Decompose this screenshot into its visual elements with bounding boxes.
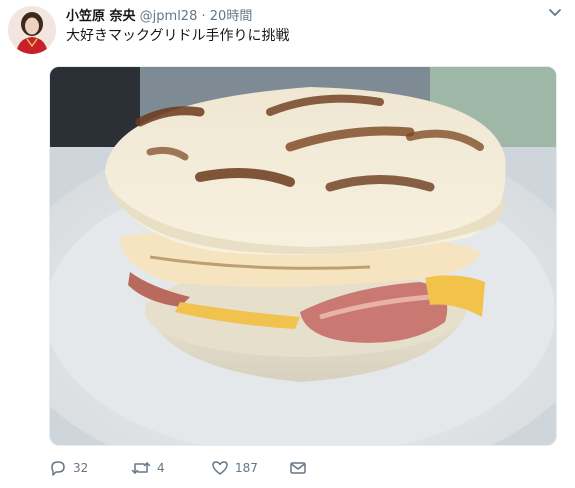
reply-count: 32 [73, 461, 89, 475]
avatar[interactable] [8, 6, 56, 54]
tweet-timestamp[interactable]: 20時間 [210, 9, 253, 24]
separator-dot: · [201, 9, 206, 24]
like-button[interactable]: 187 [211, 458, 258, 478]
user-handle[interactable]: @jpml28 [140, 9, 198, 24]
tweet-actions: 32 4 187 [49, 458, 329, 478]
tweet-photo[interactable] [49, 66, 557, 446]
envelope-icon [290, 462, 306, 474]
tweet-header: 小笠原 奈央 @jpml28 · 20時間 [66, 5, 545, 24]
heart-icon [212, 461, 228, 475]
retweet-count: 4 [157, 461, 165, 475]
retweet-button[interactable]: 4 [131, 458, 165, 478]
direct-message-button[interactable] [289, 458, 307, 478]
reply-button[interactable]: 32 [49, 458, 88, 478]
reply-icon [51, 461, 65, 476]
like-count: 187 [235, 461, 258, 475]
display-name[interactable]: 小笠原 奈央 [66, 9, 136, 24]
tweet-text: 大好きマックグリドル手作りに挑戦 [66, 28, 290, 44]
chevron-down-icon[interactable] [547, 4, 563, 20]
retweet-icon [131, 462, 151, 474]
